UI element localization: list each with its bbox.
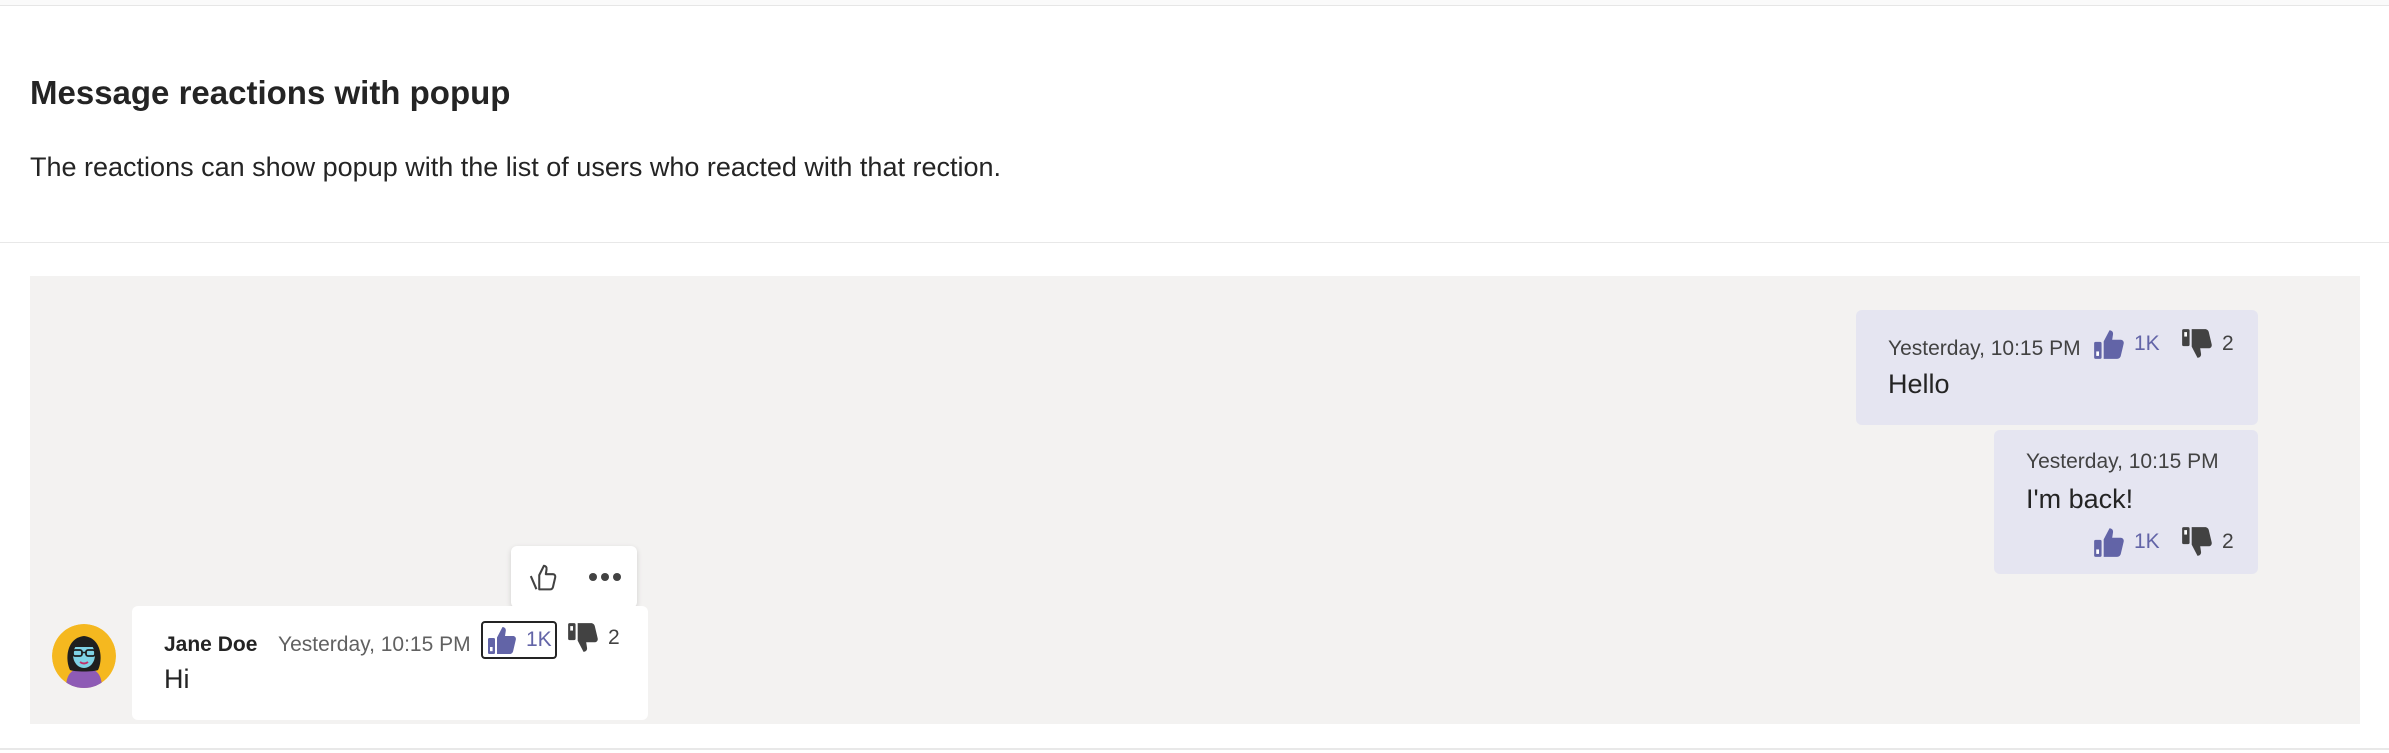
reaction-dislike[interactable]: 2	[566, 620, 620, 656]
section-divider	[0, 242, 2389, 243]
more-options-icon	[589, 573, 621, 581]
message-timestamp: Yesterday, 10:15 PM	[278, 633, 471, 656]
more-options-button[interactable]	[575, 546, 635, 608]
thumbs-down-icon	[2180, 327, 2214, 361]
chat-message-outgoing[interactable]: Yesterday, 10:15 PM 1K 2 Hello	[1856, 310, 2258, 425]
reaction-count: 1K	[2134, 332, 2160, 355]
message-timestamp: Yesterday, 10:15 PM	[2026, 450, 2219, 473]
chat-area: Yesterday, 10:15 PM 1K 2 Hello Yesterday…	[30, 276, 2360, 724]
avatar	[52, 624, 116, 688]
top-border	[0, 0, 2389, 6]
reaction-count: 2	[2222, 332, 2234, 355]
message-timestamp: Yesterday, 10:15 PM	[1888, 337, 2081, 360]
user-avatar-icon	[52, 624, 116, 688]
reaction-dislike[interactable]: 2	[2180, 326, 2234, 362]
page-title: Message reactions with popup	[30, 74, 511, 111]
reaction-count: 2	[608, 626, 620, 649]
reaction-dislike[interactable]: 2	[2180, 524, 2234, 560]
bottom-border	[0, 748, 2389, 750]
thumbs-up-icon	[528, 562, 558, 592]
message-text: I'm back!	[2026, 484, 2134, 514]
page-description: The reactions can show popup with the li…	[30, 152, 1002, 182]
reaction-count: 1K	[2134, 530, 2160, 553]
reaction-like[interactable]: 1K	[481, 621, 557, 659]
thumbs-up-icon	[2092, 327, 2126, 361]
reaction-count: 2	[2222, 530, 2234, 553]
chat-message-outgoing[interactable]: Yesterday, 10:15 PM I'm back! 1K 2	[1994, 430, 2258, 574]
like-action-button[interactable]	[513, 546, 573, 608]
thumbs-down-icon	[2180, 525, 2214, 559]
chat-message-incoming[interactable]: Jane Doe Yesterday, 10:15 PM 1K 2 Hi	[132, 606, 648, 720]
message-author: Jane Doe	[164, 633, 258, 656]
message-action-menu	[511, 546, 637, 608]
thumbs-up-icon	[2092, 525, 2126, 559]
reaction-count: 1K	[526, 628, 552, 651]
reaction-like[interactable]: 1K	[2092, 326, 2160, 362]
thumbs-up-icon	[486, 624, 518, 656]
message-text: Hi	[164, 664, 190, 694]
thumbs-down-icon	[566, 621, 600, 655]
reaction-like[interactable]: 1K	[2092, 524, 2160, 560]
message-text: Hello	[1888, 369, 1950, 399]
